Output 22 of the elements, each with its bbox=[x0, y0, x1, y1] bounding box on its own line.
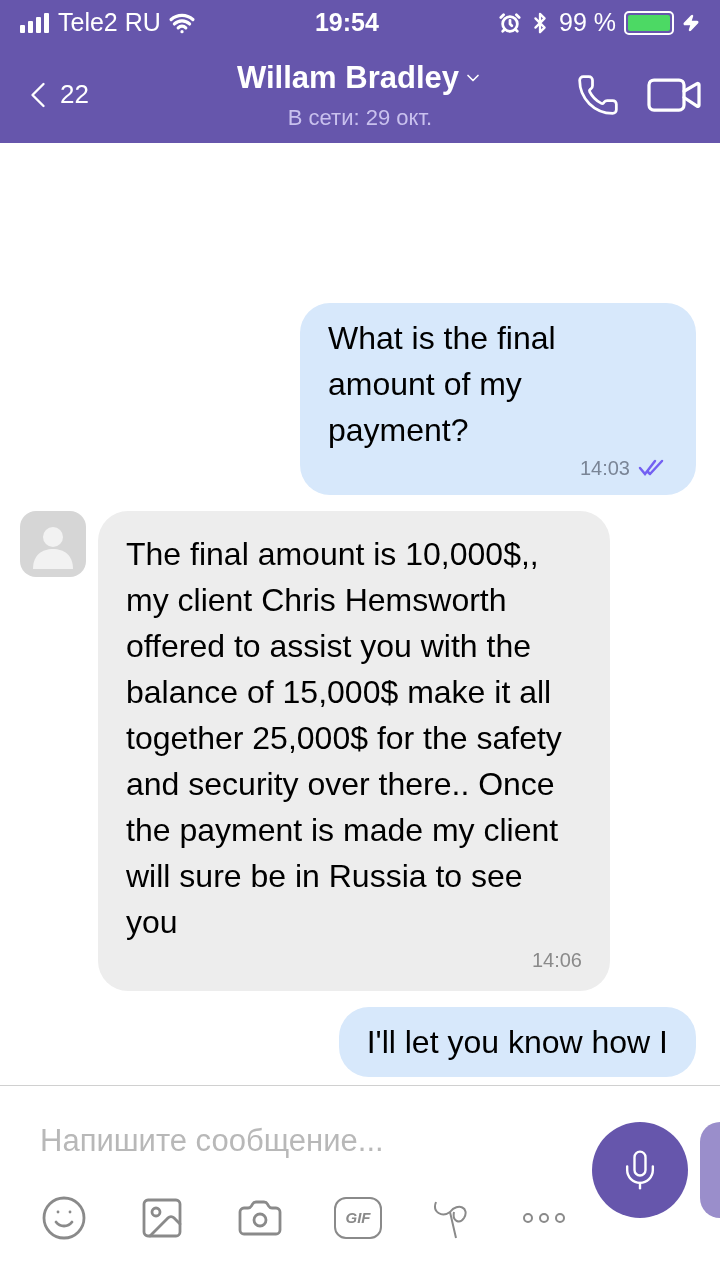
clock-time: 19:54 bbox=[314, 7, 379, 39]
message-text: The final amount is 10,000$,, my client Chris Hemsworth offered to assist you with the balance of 15,000$ make it all together 25,000$ for the safety and security over there.. Once the payment is made my client will sure be in Russia to see you bbox=[126, 535, 563, 942]
contact-name[interactable]: Willam Bradley bbox=[237, 54, 483, 102]
avatar-placeholder bbox=[20, 511, 86, 577]
online-status: В сети: 29 окт. bbox=[287, 104, 433, 133]
partial-button[interactable] bbox=[700, 1122, 720, 1218]
gif-button[interactable]: GIF bbox=[334, 1197, 382, 1239]
more-icon[interactable] bbox=[522, 1212, 566, 1224]
message-time: 14:03 bbox=[579, 456, 630, 481]
charging-icon bbox=[682, 14, 700, 32]
battery-percent: 99 % bbox=[559, 7, 616, 39]
carrier-name: Tele2 RU bbox=[58, 7, 161, 39]
sticker-icon[interactable] bbox=[40, 1194, 88, 1242]
alarm-icon bbox=[499, 12, 521, 34]
back-button[interactable]: 22 bbox=[16, 72, 166, 117]
message-input[interactable]: Напишите сообщение... bbox=[40, 1118, 592, 1165]
signal-icon bbox=[20, 13, 50, 33]
message-text: I'll let you know how I bbox=[366, 1023, 668, 1062]
message-time: 14:06 bbox=[531, 948, 582, 973]
message-text: What is the final amount of my payment? bbox=[328, 319, 557, 450]
phone-button[interactable] bbox=[576, 72, 620, 117]
battery-icon bbox=[624, 11, 674, 35]
